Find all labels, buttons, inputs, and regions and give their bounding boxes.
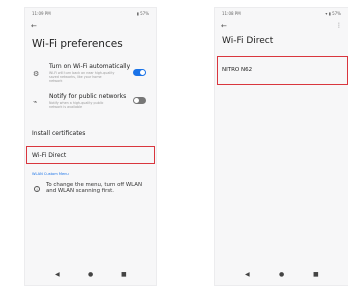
auto-wifi-toggle[interactable]: [133, 69, 146, 76]
auto-wifi-setting[interactable]: ⚙ Turn on Wi-Fi automatically Wi-Fi will…: [31, 62, 150, 88]
navigation-bar: ◀ ● ■: [25, 271, 156, 279]
auto-wifi-title: Turn on Wi-Fi automatically: [49, 63, 131, 70]
public-networks-description: Notify when a high-quality public networ…: [49, 101, 104, 110]
status-bar: 11:08 PM ▾ ▮ 57%: [222, 11, 341, 18]
nav-back-icon[interactable]: ◀: [55, 271, 60, 278]
nav-home-icon[interactable]: ●: [88, 271, 93, 278]
navigation-bar: ◀ ● ■: [215, 271, 348, 279]
info-icon: i: [34, 186, 40, 192]
wifi-preferences-screen: 11:09 PM ▮ 57% ← Wi-Fi preferences ⚙ Tur…: [24, 7, 157, 286]
wifi-auto-icon: ⚙: [33, 70, 40, 78]
back-arrow-icon[interactable]: ←: [31, 22, 37, 30]
status-time: 11:09 PM: [32, 11, 51, 16]
public-networks-toggle[interactable]: [133, 97, 146, 104]
page-title: Wi-Fi preferences: [32, 38, 123, 50]
more-options-icon[interactable]: ⋮: [336, 22, 342, 29]
status-bar: 11:09 PM ▮ 57%: [32, 11, 149, 18]
wifi-notify-icon: ⌁: [33, 98, 38, 106]
wlan-custom-menu-label: WLAN Custom Menu: [32, 172, 69, 176]
device-item[interactable]: NITRO N62: [222, 67, 252, 73]
battery-status: ▮ 57%: [136, 11, 149, 16]
nav-recents-icon[interactable]: ■: [313, 271, 319, 278]
install-certificates-item[interactable]: Install certificates: [32, 130, 85, 137]
auto-wifi-description: Wi-Fi will turn back on near high-qualit…: [49, 71, 115, 84]
info-text: To change the menu, turn off WLAN and WL…: [46, 182, 143, 195]
public-networks-title: Notify for public networks: [49, 93, 127, 100]
battery-status: ▾ ▮ 57%: [325, 11, 341, 16]
nav-back-icon[interactable]: ◀: [245, 271, 250, 278]
nav-home-icon[interactable]: ●: [279, 271, 284, 278]
page-title: Wi-Fi Direct: [222, 36, 274, 46]
wifi-direct-item[interactable]: Wi-Fi Direct: [32, 152, 66, 159]
public-networks-setting[interactable]: ⌁ Notify for public networks Notify when…: [31, 92, 150, 114]
nav-recents-icon[interactable]: ■: [121, 271, 127, 278]
wifi-direct-screen: 11:08 PM ▾ ▮ 57% ← ⋮ Wi-Fi Direct NITRO …: [214, 7, 348, 286]
back-arrow-icon[interactable]: ←: [221, 22, 227, 30]
status-time: 11:08 PM: [222, 11, 241, 16]
